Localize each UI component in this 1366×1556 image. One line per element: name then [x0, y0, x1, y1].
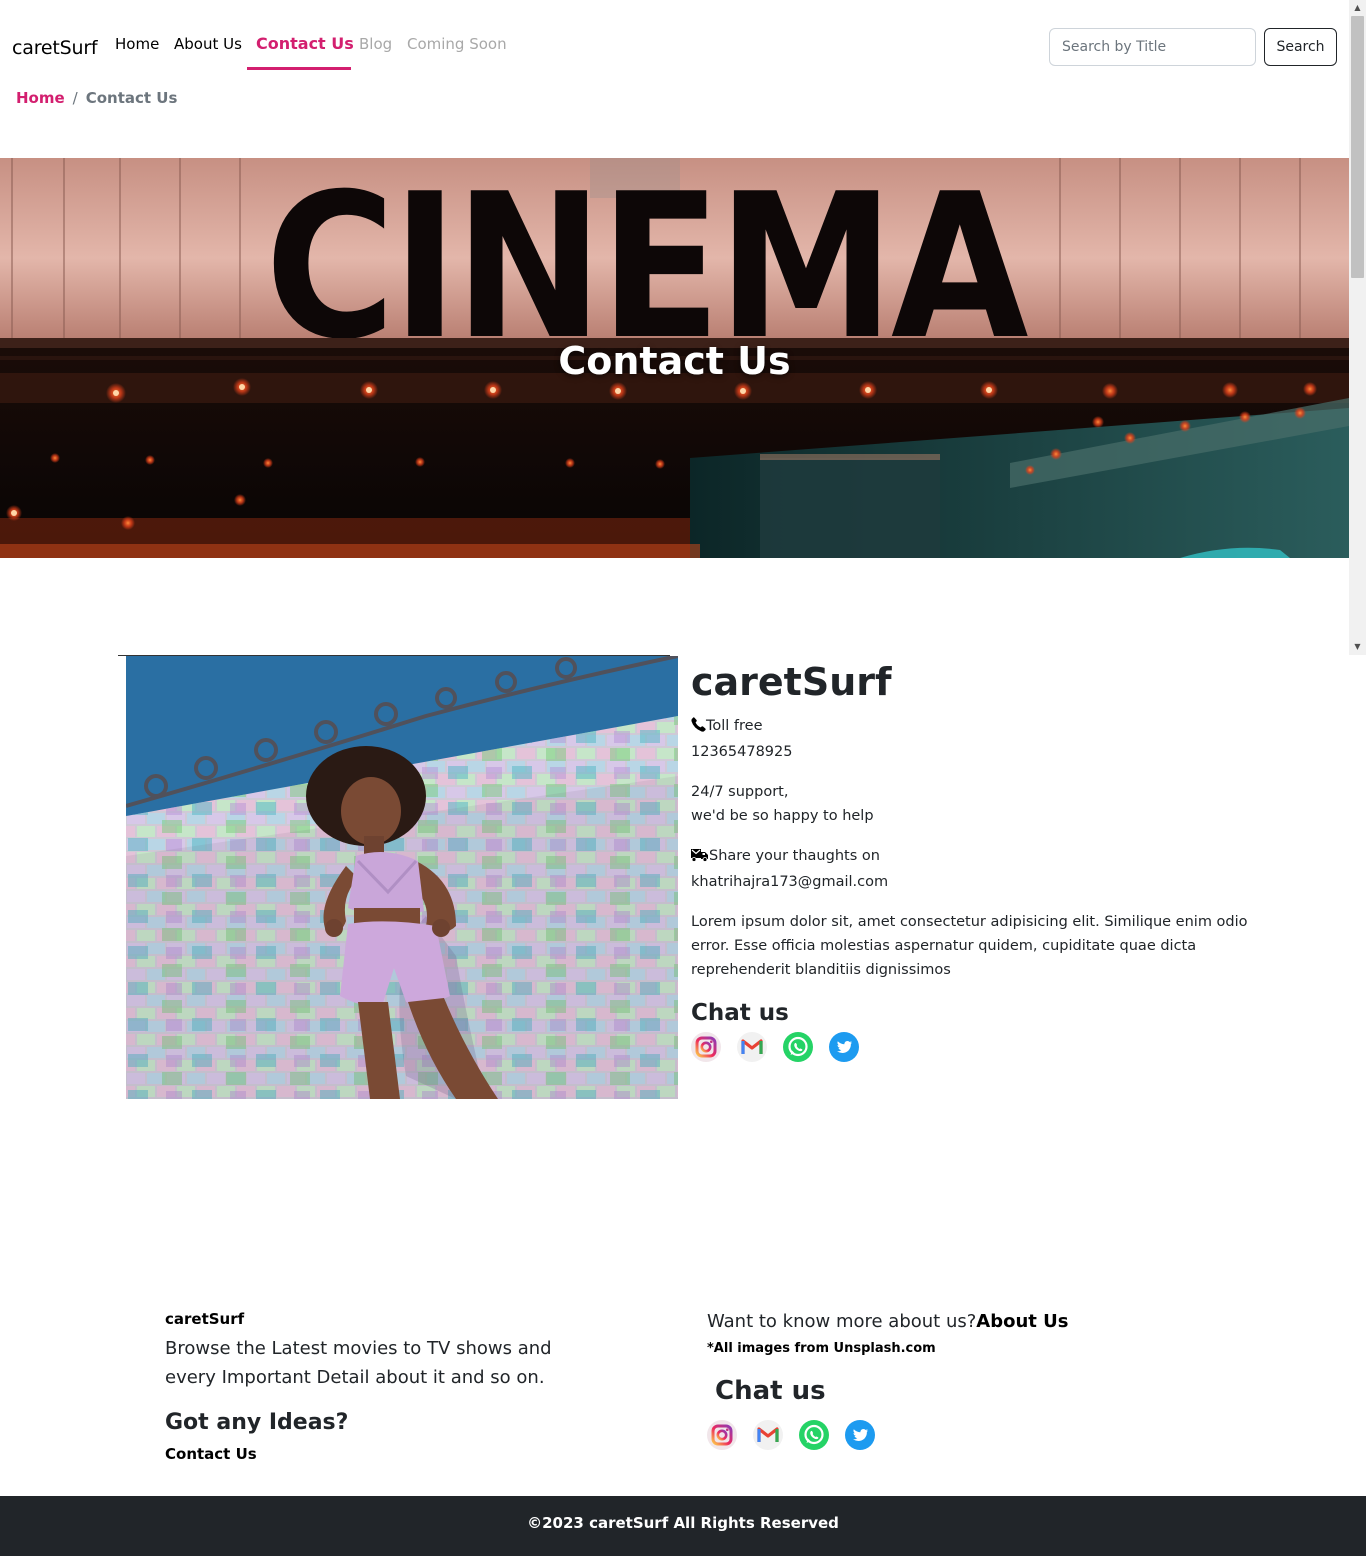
hero-title: Contact Us [558, 339, 791, 383]
footer-left: caretSurf Browse the Latest movies to TV… [165, 1308, 595, 1464]
footer-brand: caretSurf [165, 1310, 245, 1328]
copyright-text: ©2023 caretSurf All Rights Reserved [527, 1514, 839, 1532]
footer-about-link[interactable]: About Us [976, 1311, 1068, 1332]
navbar: caretSurf Home About Us Contact Us Blog … [0, 0, 1349, 88]
twitter-icon[interactable] [845, 1420, 875, 1450]
nav-link-coming-soon: Coming Soon [407, 35, 507, 53]
twitter-icon[interactable] [829, 1032, 859, 1062]
company-name: caretSurf [691, 660, 892, 704]
chat-us-title: Chat us [691, 1000, 789, 1026]
footer-right: Want to know more about us?About Us *All… [707, 1308, 1207, 1450]
phone-icon [691, 716, 706, 740]
contact-photo [126, 656, 678, 1099]
scroll-up-icon[interactable]: ▲ [1351, 2, 1364, 14]
active-nav-indicator [247, 67, 351, 70]
scroll-down-icon[interactable]: ▼ [1351, 641, 1364, 653]
hero-banner: CINEMA Contact Us [0, 158, 1349, 558]
phone-label: Toll free [706, 718, 763, 734]
footer-more-about: Want to know more about us?About Us [707, 1308, 1207, 1336]
whatsapp-icon[interactable] [783, 1032, 813, 1062]
breadcrumb-separator: / [72, 89, 78, 107]
support-line-1: 24/7 support, [691, 784, 789, 800]
email-address[interactable]: khatrihajra173@gmail.com [691, 874, 888, 890]
breadcrumb: Home / Contact Us [16, 88, 177, 108]
nav-link-blog: Blog [359, 35, 393, 53]
brand-logo[interactable]: caretSurf [12, 36, 98, 60]
gmail-icon[interactable] [737, 1032, 767, 1062]
support-line-2: we'd be so happy to help [691, 808, 874, 824]
email-block: Share your thaughts on khatrihajra173@gm… [691, 844, 1251, 894]
whatsapp-icon[interactable] [799, 1420, 829, 1450]
footer-social-links [707, 1420, 1207, 1450]
nav-link-contact[interactable]: Contact Us [256, 34, 354, 54]
copyright-bar: ©2023 caretSurf All Rights Reserved [0, 1496, 1366, 1556]
contact-info: caretSurf Toll free 12365478925 24/7 sup… [691, 658, 1251, 1062]
gmail-icon[interactable] [753, 1420, 783, 1450]
footer-description: Browse the Latest movies to TV shows and… [165, 1338, 552, 1388]
phone-number: 12365478925 [691, 744, 793, 760]
social-links [691, 1032, 1251, 1062]
mail-truck-icon [691, 846, 709, 870]
breadcrumb-current: Contact Us [85, 89, 178, 107]
email-label: Share your thaughts on [709, 848, 880, 864]
footer-chat-title: Chat us [715, 1376, 826, 1406]
footer-contact-link[interactable]: Contact Us [165, 1444, 257, 1464]
instagram-icon[interactable] [707, 1420, 737, 1450]
footer-more-text: Want to know more about us? [707, 1311, 977, 1332]
breadcrumb-home[interactable]: Home [16, 89, 65, 107]
footer-ideas-title: Got any Ideas? [165, 1410, 349, 1435]
nav-link-home[interactable]: Home [115, 34, 159, 54]
nav-link-about[interactable]: About Us [174, 34, 242, 54]
support-block: 24/7 support, we'd be so happy to help [691, 780, 1251, 828]
search-input[interactable] [1049, 28, 1256, 66]
instagram-icon[interactable] [691, 1032, 721, 1062]
scrollbar-thumb[interactable] [1351, 16, 1364, 278]
phone-block: Toll free 12365478925 [691, 714, 1251, 764]
footer-images-credit: *All images from Unsplash.com [707, 1341, 936, 1356]
search-button[interactable]: Search [1264, 28, 1337, 66]
about-text: Lorem ipsum dolor sit, amet consectetur … [691, 914, 1248, 978]
